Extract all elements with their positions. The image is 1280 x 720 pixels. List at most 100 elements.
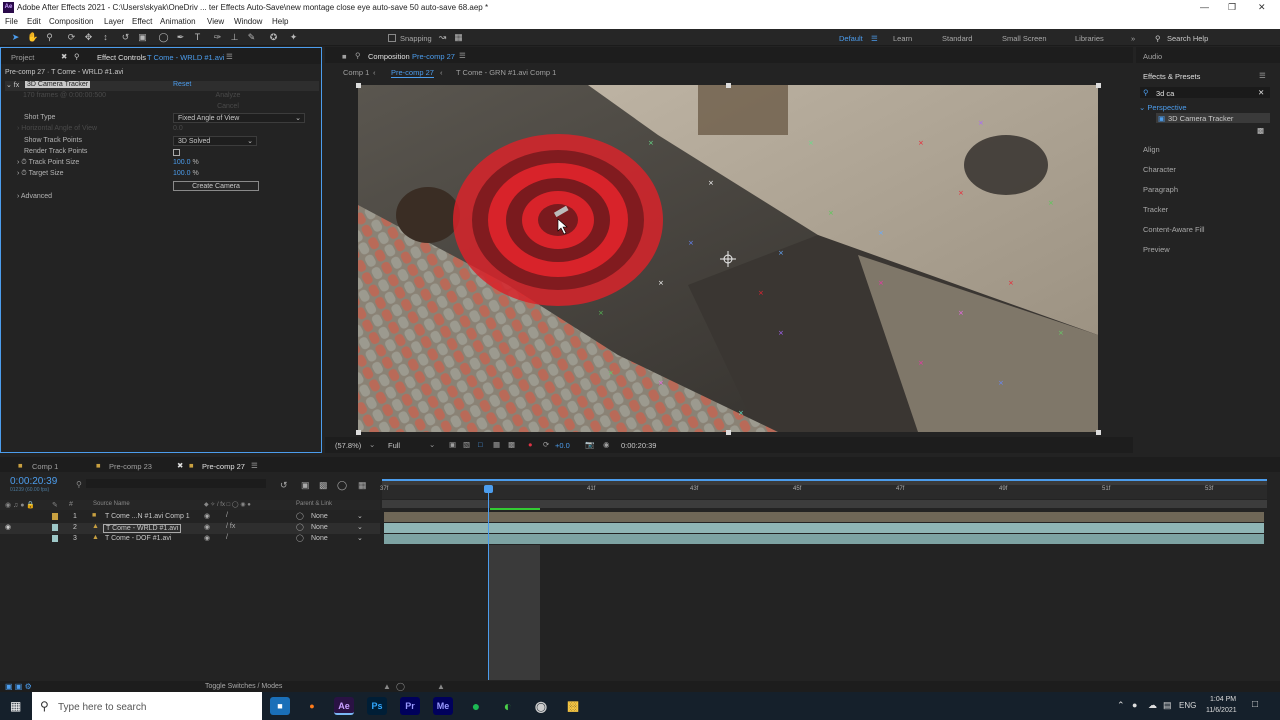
new-bin-icon[interactable]: ▩	[1257, 126, 1264, 135]
pickwhip-icon[interactable]: ◯	[296, 523, 304, 531]
label-color[interactable]	[52, 513, 58, 520]
media-encoder-taskbar-icon[interactable]: Me	[433, 697, 453, 715]
tab-project[interactable]: Project	[11, 53, 34, 62]
pen-tool-icon[interactable]: ✒	[175, 32, 186, 43]
audio-panel-label[interactable]: Audio	[1143, 52, 1162, 61]
panel-menu-icon[interactable]: ☰	[459, 51, 466, 60]
quality-switch-icon[interactable]: /	[226, 512, 228, 519]
create-camera-button[interactable]: Create Camera	[173, 181, 259, 191]
close-tab-icon[interactable]: ✖	[177, 461, 183, 470]
work-area-bar[interactable]	[382, 500, 1267, 508]
effect-name[interactable]: 3D Camera Tracker	[25, 81, 91, 88]
layer-name[interactable]: T Come - DOF #1.avi	[105, 535, 171, 542]
layer-row-1[interactable]: 1 ■ T Come ...N #1.avi Comp 1 ◉ / ◯ None…	[0, 512, 380, 523]
zoom-select[interactable]: (57.8%)	[335, 441, 361, 450]
source-name-header[interactable]: Source Name	[93, 501, 130, 507]
advanced-group[interactable]: › Advanced	[17, 193, 52, 200]
windows-start-icon[interactable]: ▦	[10, 699, 21, 713]
pickwhip-icon[interactable]: ◯	[296, 512, 304, 520]
chevron-down-icon[interactable]: ⌄	[357, 534, 363, 542]
zoom-tool-icon[interactable]: ⚲	[44, 32, 55, 43]
brush-tool-icon[interactable]: ✑	[212, 32, 223, 43]
close-icon[interactable]: ✕	[1258, 2, 1266, 13]
graph-editor-icon[interactable]: ▦	[358, 480, 367, 491]
show-snapshot-icon[interactable]: ◉	[603, 440, 610, 449]
maximize-icon[interactable]: ❐	[1228, 2, 1236, 13]
search-help-input[interactable]: Search Help	[1167, 34, 1208, 43]
reset-link[interactable]: Reset	[173, 81, 191, 88]
layer-name[interactable]: T Come - WRLD #1.avi	[103, 524, 182, 533]
pan-tool-icon[interactable]: ✥	[83, 32, 94, 43]
premiere-taskbar-icon[interactable]: Pr	[400, 697, 420, 715]
playhead-handle[interactable]	[484, 485, 493, 493]
shot-type-select[interactable]: Fixed Angle of View ⌄	[173, 113, 305, 123]
comp-tab-tcome-grn[interactable]: T Come - GRN #1.avi Comp 1	[456, 68, 556, 77]
menu-view[interactable]: View	[207, 17, 224, 26]
label-color[interactable]	[52, 524, 58, 531]
chevron-down-icon[interactable]: ⌄	[357, 523, 363, 531]
show-track-points-select[interactable]: 3D Solved ⌄	[173, 136, 257, 146]
motion-blur-icon[interactable]: ◯	[337, 480, 347, 491]
workspace-libraries[interactable]: Libraries	[1075, 34, 1104, 43]
chevron-down-icon[interactable]: ⌄	[357, 512, 363, 520]
tab-effect-controls-layer[interactable]: T Come - WRLD #1.avi	[147, 53, 224, 62]
zoom-out-icon[interactable]: ▲	[383, 682, 391, 691]
panel-align[interactable]: Align	[1143, 145, 1160, 154]
puppet-tool-icon[interactable]: ✦	[288, 32, 299, 43]
menu-effect[interactable]: Effect	[132, 17, 152, 26]
corner-handle[interactable]	[1096, 83, 1101, 88]
panel-menu-icon[interactable]: ☰	[1259, 71, 1266, 80]
hand-tool-icon[interactable]: ✋	[27, 32, 38, 43]
chevron-right-icon[interactable]: »	[1131, 34, 1135, 43]
quality-switch-icon[interactable]: /	[226, 534, 228, 541]
resolution-select[interactable]: Full	[388, 441, 400, 450]
type-tool-icon[interactable]: T	[192, 32, 203, 43]
panel-tracker[interactable]: Tracker	[1143, 205, 1168, 214]
anchor-tool-icon[interactable]: ▣	[137, 32, 148, 43]
mic-icon[interactable]: ●	[1132, 700, 1137, 710]
spotify-icon[interactable]: ●	[466, 697, 486, 715]
pickwhip-icon[interactable]: ◯	[296, 534, 304, 542]
close-tab-icon[interactable]: ■	[342, 52, 347, 61]
orbit-tool-icon[interactable]: ⟳	[66, 32, 77, 43]
comp-tab-precomp27[interactable]: Pre-comp 27	[391, 68, 434, 78]
zoom-in-icon[interactable]: ▲	[437, 682, 445, 691]
timeline-tab-precomp27[interactable]: Pre-comp 27	[202, 462, 245, 471]
layer-track-3[interactable]	[384, 534, 1264, 544]
timeline-tab-comp1[interactable]: Comp 1	[32, 462, 58, 471]
exposure-value[interactable]: +0.0	[555, 441, 570, 450]
draft-3d-icon[interactable]: ▣	[301, 480, 310, 491]
menu-layer[interactable]: Layer	[104, 17, 124, 26]
effects-search-value[interactable]: 3d ca	[1156, 89, 1174, 98]
search-icon[interactable]: ⚲	[1155, 34, 1161, 43]
close-tab-icon[interactable]: ✖	[61, 52, 67, 61]
guides-icon[interactable]: ▩	[508, 440, 515, 449]
footer-switch-icons[interactable]: ▣ ▣ ⚙	[5, 682, 32, 691]
workspace-learn[interactable]: Learn	[893, 34, 912, 43]
firefox-icon[interactable]: ●	[302, 697, 322, 715]
rotate-tool-icon[interactable]: ↺	[120, 32, 131, 43]
menu-edit[interactable]: Edit	[27, 17, 41, 26]
timeline-timecode[interactable]: 0:00:20:39	[10, 476, 57, 487]
reset-exposure-icon[interactable]: ⟳	[543, 440, 549, 449]
task-view-icon[interactable]: ■	[270, 697, 290, 715]
result-3d-camera-tracker[interactable]: 3D Camera Tracker	[1168, 114, 1233, 123]
eraser-tool-icon[interactable]: ✎	[246, 32, 257, 43]
notifications-icon[interactable]: □	[1252, 699, 1258, 710]
clone-tool-icon[interactable]: ⊥	[229, 32, 240, 43]
render-track-points-checkbox[interactable]	[173, 149, 180, 156]
panel-preview[interactable]: Preview	[1143, 245, 1170, 254]
roto-tool-icon[interactable]: ✪	[268, 32, 279, 43]
edge-handle[interactable]	[726, 430, 731, 435]
zoom-slider-thumb[interactable]: ◯	[396, 682, 405, 691]
category-perspective[interactable]: ⌄ Perspective	[1139, 103, 1187, 112]
layer-track-1[interactable]	[384, 512, 1264, 522]
shy-switch-icon[interactable]: ◉	[204, 523, 210, 531]
shy-switch-icon[interactable]: ◉	[204, 534, 210, 542]
minimize-icon[interactable]: —	[1200, 2, 1209, 12]
shy-icon[interactable]: ▩	[319, 480, 328, 491]
language-indicator[interactable]: ENG	[1179, 701, 1196, 710]
parent-select[interactable]: None	[311, 524, 328, 531]
workspace-default[interactable]: Default	[839, 34, 863, 43]
taskbar-search-input[interactable]: Type here to search	[58, 702, 146, 713]
